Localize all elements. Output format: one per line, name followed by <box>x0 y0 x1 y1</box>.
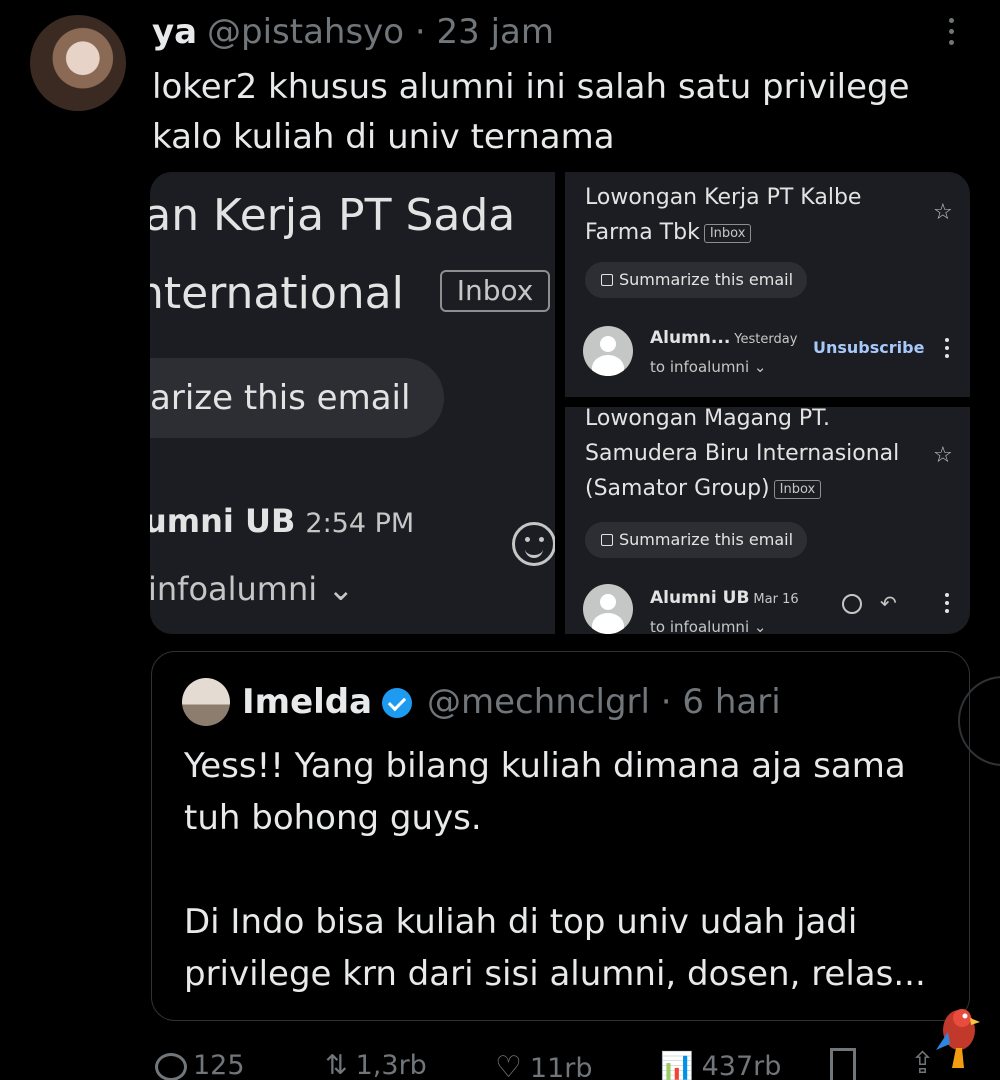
reply-icon <box>155 1052 187 1080</box>
action-bar: 125 ⇅ 1,3rb ♡ 11rb 📊 437rb ⇪ <box>150 1040 970 1080</box>
media-image-left[interactable]: jan Kerja PT Sada nternational Inbox ari… <box>150 172 555 634</box>
emoji-icon <box>842 594 862 614</box>
reply-icon: ↶ <box>880 591 897 615</box>
repost-icon: ⇅ <box>325 1050 348 1080</box>
quoted-author-name: Imelda <box>242 682 373 722</box>
parrot-watermark-icon <box>936 1009 980 1068</box>
star-icon: ☆ <box>933 443 953 468</box>
email-time: 2:54 PM <box>305 508 415 539</box>
bookmark-icon[interactable] <box>830 1048 856 1080</box>
email-recipient: infoalumni ⌄ <box>150 570 355 608</box>
inbox-label: Inbox <box>440 270 550 312</box>
post-media[interactable]: jan Kerja PT Sada nternational Inbox ari… <box>150 172 970 634</box>
quoted-author-handle-time: @mechnclgrl · 6 hari <box>427 682 781 722</box>
inbox-label: Inbox <box>703 223 752 243</box>
reply-count: 125 <box>193 1050 245 1080</box>
views-icon: 📊 <box>660 1051 694 1080</box>
inbox-label: Inbox <box>773 479 822 499</box>
like-count: 11rb <box>529 1053 593 1080</box>
more-icon <box>942 338 952 362</box>
reply-button[interactable]: 125 <box>155 1050 245 1080</box>
emoji-icon <box>512 522 555 566</box>
summarize-button: Summarize this email <box>585 522 807 558</box>
summarize-button: Summarize this email <box>585 262 807 298</box>
sender-avatar <box>583 326 633 376</box>
media-image-right-top[interactable]: Lowongan Kerja PT Kalbe Farma Tbk Inbox ☆… <box>565 172 970 397</box>
summarize-button: arize this email <box>150 358 444 438</box>
heart-icon: ♡ <box>495 1050 522 1080</box>
author-avatar[interactable] <box>30 15 126 111</box>
quoted-post[interactable]: Imelda @mechnclgrl · 6 hari Yess!! Yang … <box>151 651 970 1021</box>
more-options-icon[interactable] <box>940 18 962 52</box>
email-subject: Lowongan Kerja PT Kalbe Farma Tbk Inbox <box>585 185 862 245</box>
email-sender: Alumn... Yesterday <box>650 328 798 348</box>
star-icon: ☆ <box>933 200 953 225</box>
email-subject: Lowongan Magang PT. Samudera Biru Intern… <box>585 407 900 501</box>
unsubscribe-link: Unsubscribe <box>813 338 925 357</box>
views-count: 437rb <box>701 1051 782 1080</box>
email-subject-line1: jan Kerja PT Sada <box>150 190 516 241</box>
email-subject-line2: nternational <box>150 268 404 319</box>
email-sender: umni UB 2:54 PM <box>150 502 415 540</box>
author-name[interactable]: ya <box>152 12 197 52</box>
like-button[interactable]: ♡ 11rb <box>495 1050 593 1080</box>
views-button[interactable]: 📊 437rb <box>660 1050 781 1080</box>
email-recipient: to infoalumni ⌄ <box>650 618 767 634</box>
email-sender: Alumni UB Mar 16 <box>650 588 799 608</box>
author-handle-time[interactable]: @pistahsyo · 23 jam <box>207 12 554 52</box>
email-recipient: to infoalumni ⌄ <box>650 358 767 376</box>
verified-badge-icon <box>382 688 412 718</box>
post-text: loker2 khusus alumni ini salah satu priv… <box>152 67 910 157</box>
sender-avatar <box>583 584 633 634</box>
quoted-post-text: Yess!! Yang bilang kuliah dimana aja sam… <box>184 746 926 994</box>
media-image-right-bottom[interactable]: Lowongan Magang PT. Samudera Biru Intern… <box>565 407 970 634</box>
quoted-author-avatar <box>182 678 230 726</box>
repost-button[interactable]: ⇅ 1,3rb <box>325 1050 427 1080</box>
repost-count: 1,3rb <box>355 1050 427 1080</box>
more-icon <box>942 593 952 617</box>
